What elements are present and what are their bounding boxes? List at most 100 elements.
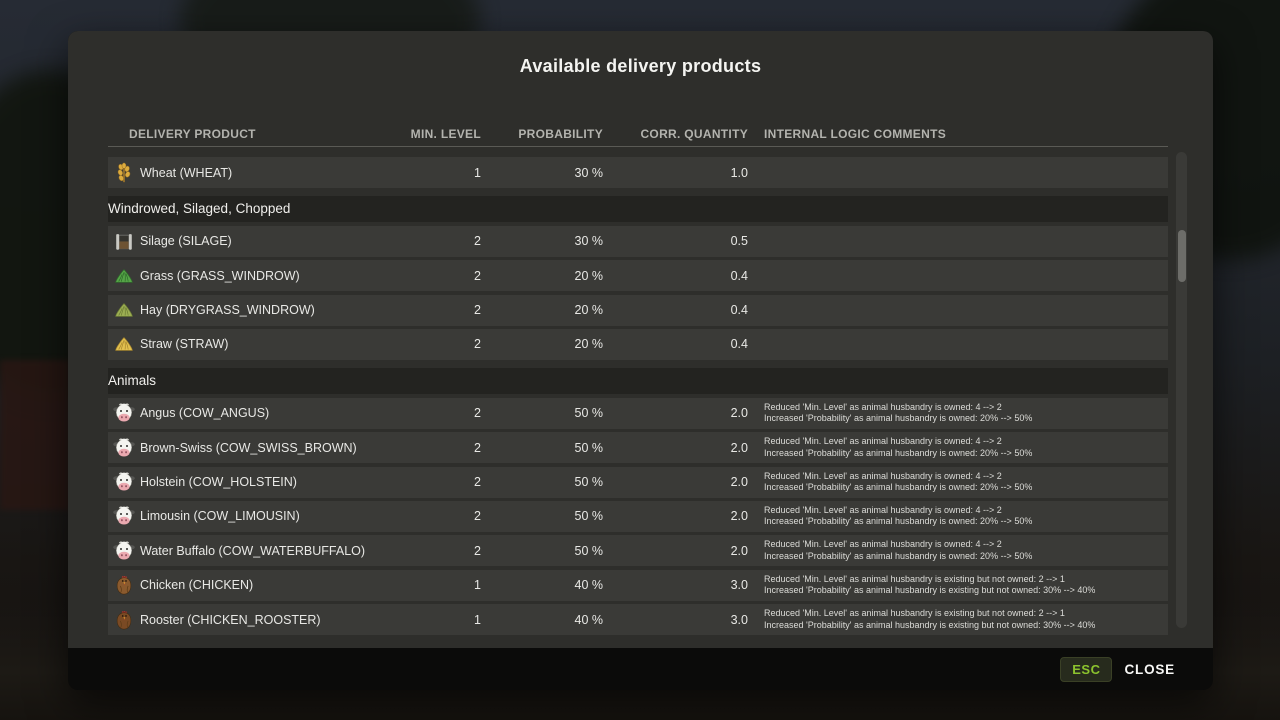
product-name: Holstein (COW_HOLSTEIN)	[140, 475, 392, 489]
corr-quantity-value: 2.0	[603, 406, 748, 420]
silage-icon	[108, 230, 140, 252]
probability-value: 20 %	[481, 303, 603, 317]
internal-logic-comments: Reduced 'Min. Level' as animal husbandry…	[748, 471, 1168, 494]
table-row: Rooster (CHICKEN_ROOSTER)140 %3.0Reduced…	[108, 604, 1168, 635]
probability-value: 30 %	[481, 166, 603, 180]
comment-line: Increased 'Probability' as animal husban…	[764, 413, 1168, 425]
min-level-value: 2	[392, 303, 481, 317]
dialog-title: Available delivery products	[68, 56, 1213, 77]
table-row: Silage (SILAGE)230 %0.5	[108, 226, 1168, 257]
probability-value: 40 %	[481, 613, 603, 627]
section-header: Windrowed, Silaged, Chopped	[108, 196, 1168, 222]
comment-line: Reduced 'Min. Level' as animal husbandry…	[764, 505, 1168, 517]
min-level-value: 2	[392, 234, 481, 248]
column-header-delivery-product: DELIVERY PRODUCT	[108, 127, 392, 141]
table-row: Limousin (COW_LIMOUSIN)250 %2.0 Reduced '…	[108, 501, 1168, 532]
column-header-min-level: MIN. LEVEL	[392, 127, 481, 141]
table-row: Wheat (WHEAT)130 %1.0	[108, 157, 1168, 188]
close-label[interactable]: CLOSE	[1124, 662, 1175, 677]
probability-value: 50 %	[481, 441, 603, 455]
cabin-silhouette	[0, 360, 70, 510]
table-row: Hay (DRYGRASS_WINDROW)220 %0.4	[108, 295, 1168, 326]
comment-line: Increased 'Probability' as animal husban…	[764, 620, 1168, 632]
hay-icon	[108, 299, 140, 321]
min-level-value: 2	[392, 269, 481, 283]
dialog-footer: ESC CLOSE	[68, 648, 1213, 690]
product-name: Chicken (CHICKEN)	[140, 578, 392, 592]
section-header: Animals	[108, 368, 1168, 394]
probability-value: 50 %	[481, 509, 603, 523]
corr-quantity-value: 2.0	[603, 475, 748, 489]
internal-logic-comments: Reduced 'Min. Level' as animal husbandry…	[748, 436, 1168, 459]
straw-icon	[108, 333, 140, 355]
probability-value: 20 %	[481, 337, 603, 351]
delivery-products-dialog: Available delivery products DELIVERY PRO…	[68, 31, 1213, 690]
corr-quantity-value: 2.0	[603, 544, 748, 558]
chicken-icon	[108, 573, 140, 597]
corr-quantity-value: 0.4	[603, 269, 748, 283]
product-name: Limousin (COW_LIMOUSIN)	[140, 509, 392, 523]
corr-quantity-value: 0.4	[603, 303, 748, 317]
probability-value: 50 %	[481, 544, 603, 558]
comment-line: Increased 'Probability' as animal husban…	[764, 585, 1168, 597]
internal-logic-comments: Reduced 'Min. Level' as animal husbandry…	[748, 574, 1168, 597]
min-level-value: 2	[392, 406, 481, 420]
dialog-content: Available delivery products DELIVERY PRO…	[68, 31, 1213, 648]
probability-value: 40 %	[481, 578, 603, 592]
min-level-value: 2	[392, 544, 481, 558]
table-row: Holstein (COW_HOLSTEIN)250 %2.0Reduced '…	[108, 467, 1168, 498]
table-row: Brown-Swiss (COW_SWISS_BROWN)250 %2.0Red…	[108, 432, 1168, 463]
table-body: Wheat (WHEAT)130 %1.0 Windrowed, Silaged,…	[108, 157, 1168, 645]
min-level-value: 2	[392, 475, 481, 489]
probability-value: 50 %	[481, 406, 603, 420]
table-row: Straw (STRAW)220 %0.4	[108, 329, 1168, 360]
close-button[interactable]: ESC CLOSE	[1060, 657, 1175, 682]
internal-logic-comments: Reduced 'Min. Level' as animal husbandry…	[748, 402, 1168, 425]
column-header-internal-logic-comments: INTERNAL LOGIC COMMENTS	[748, 127, 1168, 141]
product-name: Grass (GRASS_WINDROW)	[140, 269, 392, 283]
grass-icon	[108, 265, 140, 287]
comment-line: Reduced 'Min. Level' as animal husbandry…	[764, 574, 1168, 586]
probability-value: 20 %	[481, 269, 603, 283]
product-name: Angus (COW_ANGUS)	[140, 406, 392, 420]
min-level-value: 2	[392, 441, 481, 455]
comment-line: Reduced 'Min. Level' as animal husbandry…	[764, 402, 1168, 414]
comment-line: Reduced 'Min. Level' as animal husbandry…	[764, 539, 1168, 551]
esc-key-badge[interactable]: ESC	[1060, 657, 1112, 682]
corr-quantity-value: 2.0	[603, 509, 748, 523]
comment-line: Increased 'Probability' as animal husban…	[764, 516, 1168, 528]
internal-logic-comments: Reduced 'Min. Level' as animal husbandry…	[748, 505, 1168, 528]
scrollbar-thumb[interactable]	[1178, 230, 1186, 282]
table-row: Grass (GRASS_WINDROW)220 %0.4	[108, 260, 1168, 291]
table-row: Chicken (CHICKEN)140 %3.0 Reduced 'Min. L…	[108, 570, 1168, 601]
corr-quantity-value: 3.0	[603, 613, 748, 627]
internal-logic-comments: Reduced 'Min. Level' as animal husbandry…	[748, 608, 1168, 631]
table-header: DELIVERY PRODUCT MIN. LEVEL PROBABILITY …	[108, 121, 1168, 147]
product-name: Brown-Swiss (COW_SWISS_BROWN)	[140, 441, 392, 455]
cow-icon	[108, 539, 140, 563]
table-row: Angus (COW_ANGUS)250 %2.0 Reduced 'Min. L…	[108, 398, 1168, 429]
comment-line: Increased 'Probability' as animal husban…	[764, 448, 1168, 460]
probability-value: 30 %	[481, 234, 603, 248]
product-name: Straw (STRAW)	[140, 337, 392, 351]
min-level-value: 2	[392, 509, 481, 523]
game-screen: Available delivery products DELIVERY PRO…	[0, 0, 1280, 720]
min-level-value: 2	[392, 337, 481, 351]
corr-quantity-value: 3.0	[603, 578, 748, 592]
table-row: Water Buffalo (COW_WATERBUFFALO)250 %2.0…	[108, 535, 1168, 566]
product-name: Hay (DRYGRASS_WINDROW)	[140, 303, 392, 317]
probability-value: 50 %	[481, 475, 603, 489]
corr-quantity-value: 2.0	[603, 441, 748, 455]
column-header-probability: PROBABILITY	[481, 127, 603, 141]
product-name: Silage (SILAGE)	[140, 234, 392, 248]
comment-line: Increased 'Probability' as animal husban…	[764, 551, 1168, 563]
min-level-value: 1	[392, 578, 481, 592]
product-name: Water Buffalo (COW_WATERBUFFALO)	[140, 544, 392, 558]
cow-icon	[108, 504, 140, 528]
wheat-icon	[108, 162, 140, 184]
corr-quantity-value: 0.5	[603, 234, 748, 248]
cow-icon	[108, 401, 140, 425]
scrollbar-track[interactable]	[1176, 152, 1187, 628]
min-level-value: 1	[392, 613, 481, 627]
product-name: Rooster (CHICKEN_ROOSTER)	[140, 613, 392, 627]
